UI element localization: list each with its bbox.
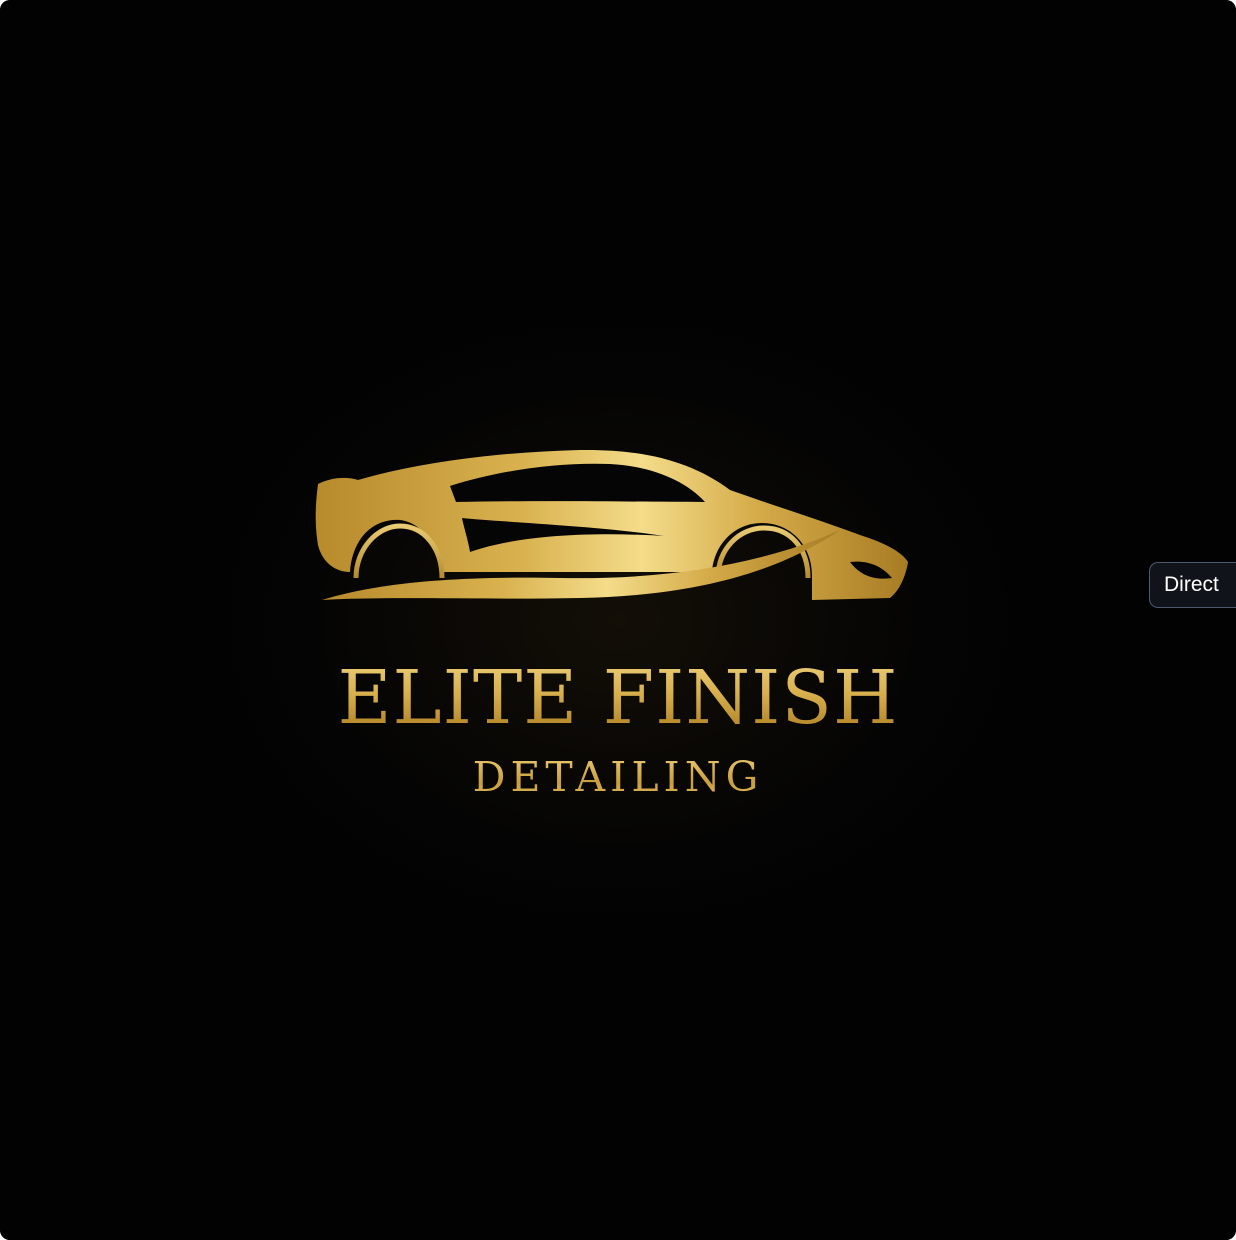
direct-button[interactable]: Direct bbox=[1149, 562, 1236, 608]
brand-name: ELITE FINISH bbox=[0, 650, 1236, 746]
brand-subtitle: DETAILING bbox=[0, 750, 1236, 804]
image-viewer: ELITE FINISH DETAILING Direct bbox=[0, 0, 1236, 1240]
logo-image: ELITE FINISH DETAILING bbox=[0, 0, 1236, 1240]
sports-car-icon bbox=[315, 449, 908, 600]
